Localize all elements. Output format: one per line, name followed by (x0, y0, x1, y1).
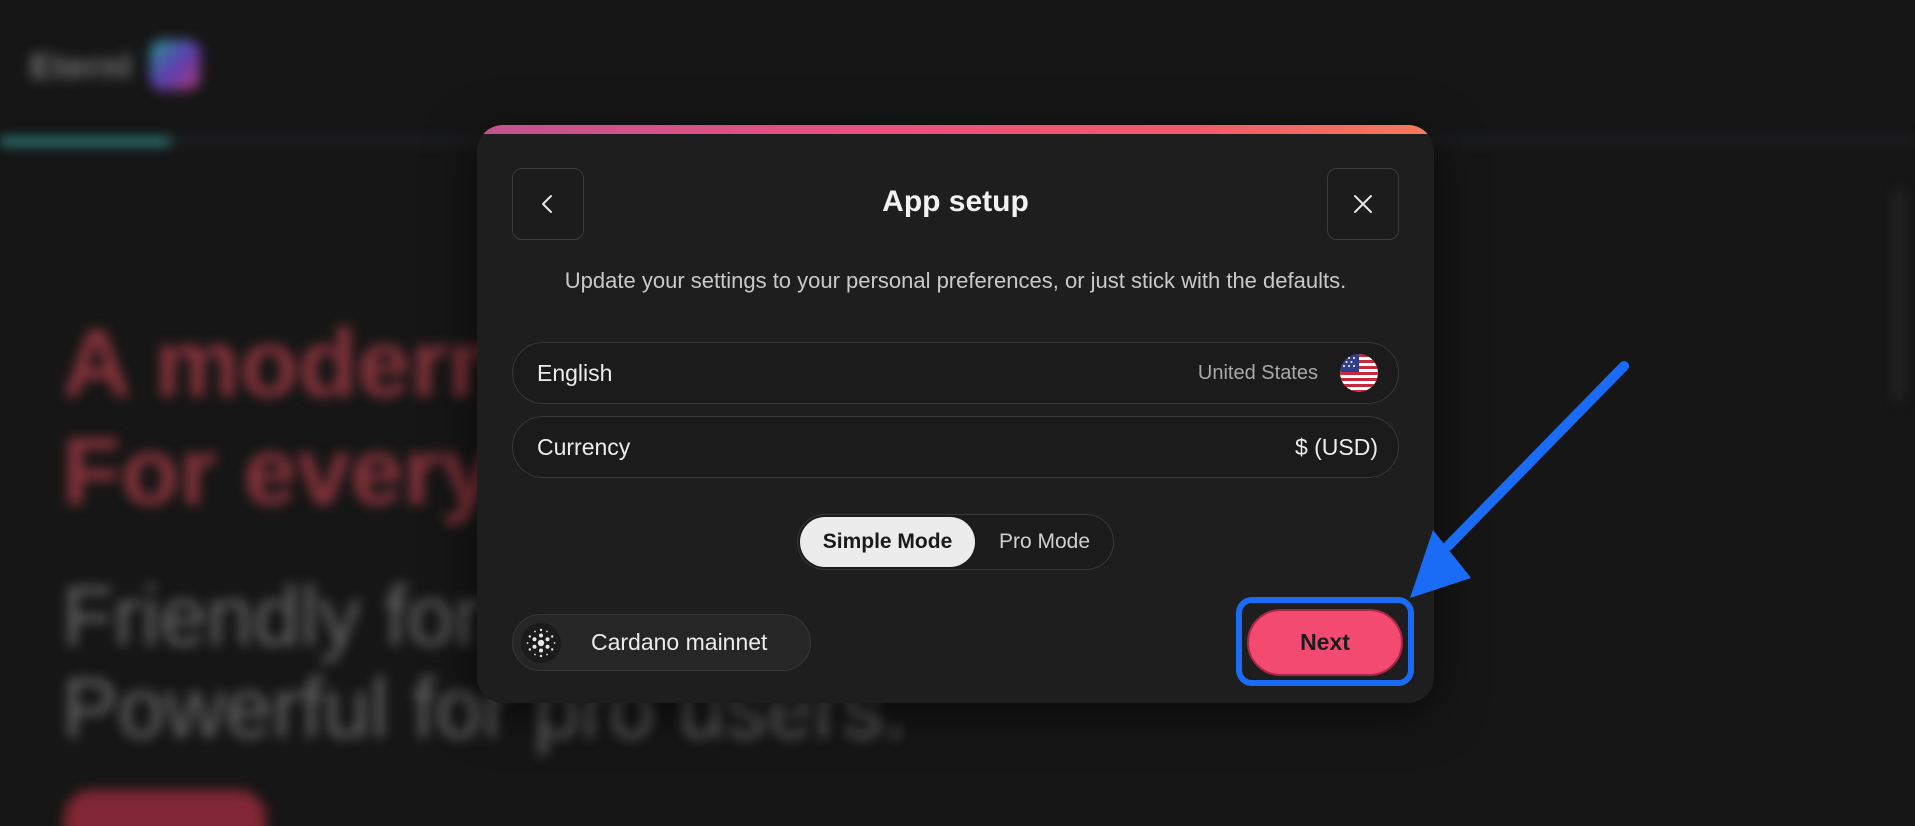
currency-select[interactable]: Currency $ (USD) (512, 416, 1399, 478)
dialog-subtitle: Update your settings to your personal pr… (564, 268, 1347, 293)
close-button[interactable] (1327, 168, 1399, 240)
currency-label: Currency (537, 433, 631, 460)
background-progress-fill (0, 139, 170, 144)
us-flag-icon (1340, 354, 1378, 392)
dialog-accent-bar (477, 125, 1434, 134)
dialog-title: App setup (882, 185, 1029, 218)
mode-toggle: Simple Mode Pro Mode (797, 514, 1114, 570)
simple-mode-option[interactable]: Simple Mode (800, 517, 975, 567)
network-label: Cardano mainnet (591, 629, 768, 655)
language-select[interactable]: English United States (512, 342, 1399, 404)
language-region: United States (1197, 361, 1318, 384)
background-logo: Eternl (30, 48, 133, 86)
background-logo-mark (150, 40, 200, 90)
background-scrollbar (1895, 190, 1903, 400)
background-headline: A modern For every (62, 310, 507, 525)
cardano-icon (521, 622, 561, 663)
background-cta-button (64, 790, 266, 826)
network-selector[interactable]: Cardano mainnet (512, 614, 811, 671)
pro-mode-option[interactable]: Pro Mode (978, 517, 1111, 567)
close-icon (1354, 195, 1372, 213)
next-button[interactable]: Next (1247, 609, 1403, 676)
currency-value: $ (USD) (1294, 433, 1378, 460)
language-label: English (537, 359, 613, 386)
